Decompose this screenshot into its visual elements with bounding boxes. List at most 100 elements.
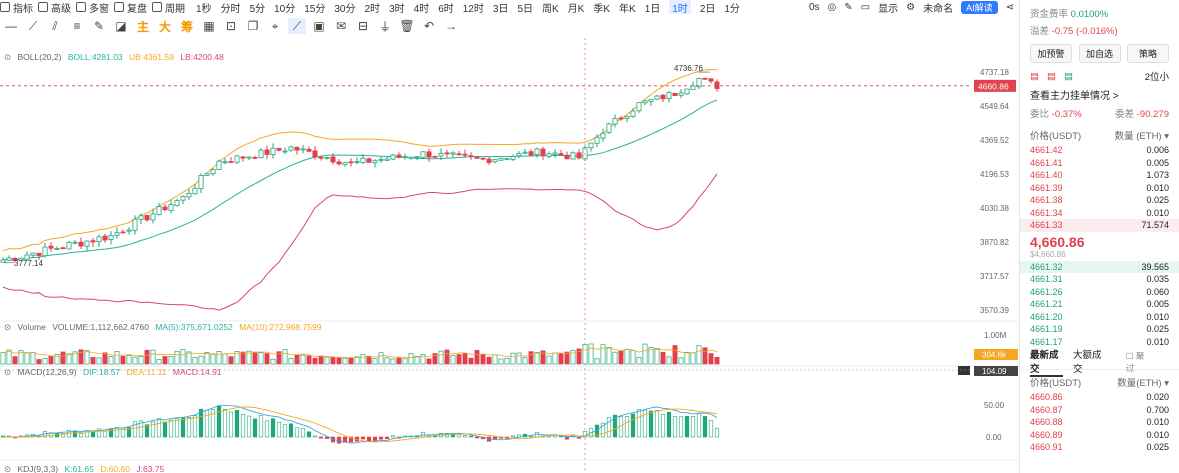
screenshot-icon[interactable]: ⊡ bbox=[222, 18, 240, 34]
volume-bar bbox=[438, 350, 444, 365]
depth-both-icon[interactable]: ▤ bbox=[1030, 71, 1039, 82]
period-18[interactable]: 1时 bbox=[669, 0, 691, 14]
trade-row[interactable]: 4660.87 0.700 bbox=[1020, 404, 1179, 417]
period-7[interactable]: 3时 bbox=[389, 0, 405, 15]
period-11[interactable]: 3日 bbox=[493, 0, 509, 15]
period-9[interactable]: 6时 bbox=[438, 0, 454, 15]
magnet-icon[interactable]: ⌖ bbox=[266, 18, 284, 34]
undo-icon[interactable]: ↶ bbox=[420, 18, 438, 34]
period-4[interactable]: 15分 bbox=[304, 0, 325, 15]
ask-row[interactable]: 4661.34 0.010 bbox=[1020, 207, 1179, 220]
ask-row[interactable]: 4661.39 0.010 bbox=[1020, 182, 1179, 195]
period-17[interactable]: 1日 bbox=[645, 0, 661, 15]
candle-body bbox=[390, 154, 396, 160]
tab-large-trades[interactable]: 大额成交 bbox=[1073, 347, 1106, 377]
volume-settings-icon[interactable]: ⊙ bbox=[4, 322, 11, 332]
template-icon[interactable]: ▣ bbox=[310, 18, 328, 34]
parallel-line-icon[interactable]: ⫽ bbox=[46, 18, 64, 34]
period-0[interactable]: 1秒 bbox=[196, 0, 212, 15]
trade-row[interactable]: 4660.86 0.020 bbox=[1020, 391, 1179, 404]
macd-histogram-bar bbox=[306, 431, 312, 438]
indicators-button[interactable]: 指标 bbox=[0, 0, 33, 14]
period-5[interactable]: 30分 bbox=[334, 0, 355, 15]
ai-analysis-button[interactable]: AI解读 bbox=[961, 1, 998, 14]
trade-row[interactable]: 4660.91 0.025 bbox=[1020, 441, 1179, 454]
cycle-dropdown[interactable]: 周期 bbox=[152, 0, 185, 14]
ask-row[interactable]: 4661.41 0.005 bbox=[1020, 157, 1179, 170]
trade-row[interactable]: 4660.89 0.010 bbox=[1020, 429, 1179, 442]
lock-icon[interactable]: ⊟ bbox=[354, 18, 372, 34]
macd-settings-icon[interactable]: ⊙ bbox=[4, 367, 11, 377]
depth-bid-icon[interactable]: ▤ bbox=[1064, 71, 1073, 82]
chip-distribution-toggle[interactable]: 筹 bbox=[178, 18, 196, 34]
tab-latest-trades[interactable]: 最新成交 bbox=[1030, 347, 1063, 377]
kline-chart[interactable]: 4737.18 4549.64 4369.52 4196.53 4030.38 3870.… bbox=[0, 38, 1018, 473]
big-order-toggle[interactable]: 大 bbox=[156, 18, 174, 34]
strategy-button[interactable]: 策略 bbox=[1127, 44, 1169, 63]
bid-row[interactable]: 4661.31 0.035 bbox=[1020, 273, 1179, 286]
qty-cell: 0.010 bbox=[1146, 182, 1169, 193]
bid-row[interactable]: 4661.26 0.060 bbox=[1020, 286, 1179, 299]
period-19[interactable]: 2日 bbox=[700, 0, 716, 15]
candle-body bbox=[528, 151, 534, 156]
main-chart-toggle[interactable]: 主 bbox=[134, 18, 152, 34]
multi-window-button[interactable]: 多窗 bbox=[76, 0, 109, 14]
period-12[interactable]: 5日 bbox=[517, 0, 533, 15]
copy-icon[interactable]: ❐ bbox=[244, 18, 262, 34]
ob-qty-header[interactable]: 数量 (ETH) ▾ bbox=[1115, 128, 1169, 142]
period-20[interactable]: 1分 bbox=[724, 0, 740, 15]
trades-qty-header[interactable]: 数量(ETH) ▾ bbox=[1117, 375, 1169, 389]
ask-row[interactable]: 4661.38 0.025 bbox=[1020, 194, 1179, 207]
ask-row[interactable]: 4661.40 1.073 bbox=[1020, 169, 1179, 182]
delete-icon[interactable]: 🗑 bbox=[398, 18, 416, 34]
horizontal-line-icon[interactable]: — bbox=[2, 18, 20, 34]
trade-row[interactable]: 4660.88 0.010 bbox=[1020, 416, 1179, 429]
add-watchlist-button[interactable]: 加自选 bbox=[1078, 44, 1121, 63]
pen-icon[interactable]: ✎ bbox=[844, 2, 852, 13]
period-3[interactable]: 10分 bbox=[274, 0, 295, 15]
period-15[interactable]: 季K bbox=[593, 0, 610, 15]
period-13[interactable]: 周K bbox=[542, 0, 559, 15]
fib-icon[interactable]: ≡ bbox=[68, 18, 86, 34]
kdj-settings-icon[interactable]: ⊙ bbox=[4, 464, 11, 473]
period-8[interactable]: 4时 bbox=[414, 0, 430, 15]
bid-row[interactable]: 4661.19 0.025 bbox=[1020, 323, 1179, 336]
macd-histogram-bar bbox=[180, 417, 186, 438]
add-alert-button[interactable]: 加预警 bbox=[1030, 44, 1072, 63]
period-16[interactable]: 年K bbox=[619, 0, 636, 15]
main-orders-link[interactable]: 查看主力挂单情况 > bbox=[1020, 87, 1179, 102]
period-2[interactable]: 5分 bbox=[250, 0, 266, 15]
period-14[interactable]: 月K bbox=[568, 0, 585, 15]
chart-canvas[interactable]: 4737.18 4549.64 4369.52 4196.53 4030.38 3870.… bbox=[0, 38, 1018, 473]
ray-icon[interactable]: ⟋ bbox=[24, 18, 42, 34]
calculator-icon[interactable]: ▦ bbox=[200, 18, 218, 34]
bid-row[interactable]: 4661.21 0.005 bbox=[1020, 298, 1179, 311]
brush-icon[interactable]: ✎ bbox=[90, 18, 108, 34]
ask-row[interactable]: 4661.33 71.574 bbox=[1020, 219, 1179, 232]
advanced-button[interactable]: 高级 bbox=[38, 0, 71, 14]
layout-name-dropdown[interactable]: 未命名 bbox=[923, 0, 953, 14]
volume-bar bbox=[444, 349, 450, 365]
share-icon[interactable]: ⋖ bbox=[1006, 2, 1014, 13]
layout-icon[interactable]: ▭ bbox=[861, 2, 870, 13]
bid-row[interactable]: 4661.32 39.565 bbox=[1020, 260, 1179, 273]
period-1[interactable]: 分时 bbox=[221, 0, 241, 15]
aggregate-toggle[interactable]: ☐ 聚过 bbox=[1126, 350, 1159, 374]
period-10[interactable]: 12时 bbox=[463, 0, 484, 15]
bid-row[interactable]: 4661.20 0.010 bbox=[1020, 311, 1179, 324]
period-6[interactable]: 2时 bbox=[365, 0, 381, 15]
camera-icon[interactable]: ◎ bbox=[828, 2, 837, 13]
draw-mode-icon[interactable]: ⟋ bbox=[288, 18, 306, 34]
depth-precision-select[interactable]: 2位小 bbox=[1145, 69, 1169, 83]
settings-icon[interactable]: ⚙ bbox=[906, 2, 915, 13]
note-icon[interactable]: ✉ bbox=[332, 18, 350, 34]
redo-icon[interactable]: → bbox=[442, 18, 460, 34]
candle-body bbox=[414, 156, 420, 158]
display-button[interactable]: 显示 bbox=[878, 0, 898, 14]
replay-button[interactable]: 复盘 bbox=[114, 0, 147, 14]
ask-row[interactable]: 4661.42 0.006 bbox=[1020, 144, 1179, 157]
boll-settings-icon[interactable]: ⊙ bbox=[4, 52, 11, 62]
eraser-icon[interactable]: ◪ bbox=[112, 18, 130, 34]
filter-icon[interactable]: ⏚ bbox=[376, 18, 394, 34]
depth-ask-icon[interactable]: ▤ bbox=[1047, 71, 1056, 82]
